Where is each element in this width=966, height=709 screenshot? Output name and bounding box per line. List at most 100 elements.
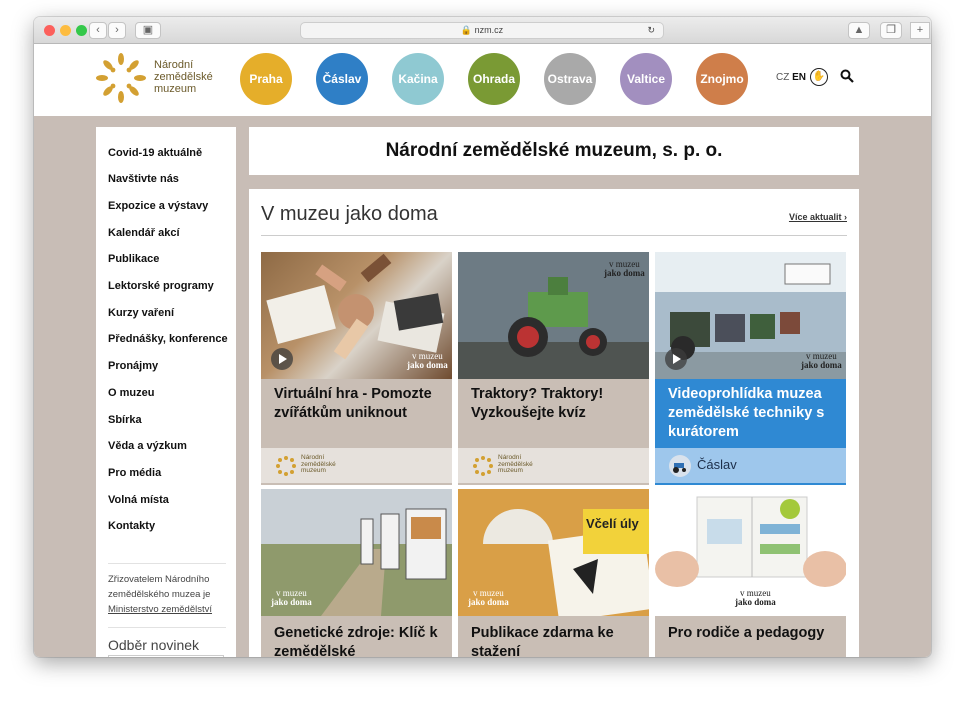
muzeum-doma-badge: v muzeu jako doma [468, 589, 509, 607]
sidebar-item-publikace[interactable]: Publikace [108, 253, 159, 265]
news-card[interactable]: v muzeu jako doma Virtuální hra - Pomozte… [261, 252, 452, 485]
card-image: v muzeu jako doma [655, 489, 846, 616]
tractor-icon [669, 455, 691, 477]
url-text: nzm.cz [474, 25, 504, 35]
section-title: V muzeu jako doma [261, 203, 438, 225]
logo-line: muzeum [154, 83, 197, 95]
page-title-box: Národní zemědělské muzeum, s. p. o. [249, 127, 859, 175]
logo-text[interactable]: Národní zemědělské muzeum [154, 59, 244, 95]
card-title: Videoprohlídka muzea zemědělské techniky… [668, 386, 825, 440]
sidebar-item-kurzy[interactable]: Kurzy vaření [108, 307, 174, 319]
muzeum-doma-badge: v muzeu jako doma [271, 589, 312, 607]
news-card[interactable]: v muzeu jako doma Genetické zdroje: Klíč … [261, 489, 452, 657]
footer-label: Národní zemědělské muzeum [498, 454, 533, 474]
card-footer: Národní zemědělské muzeum [261, 448, 452, 483]
card-title: Traktory? Traktory! Vyzkoušejte kvíz [471, 386, 604, 421]
news-card[interactable]: v muzeu jako doma Traktory? Traktory! Vyz… [458, 252, 649, 485]
browser-toolbar: ‹ › ▣ 🔒 nzm.cz ↻ ▲ ❐ + [34, 17, 931, 44]
address-bar[interactable]: 🔒 nzm.cz ↻ [300, 22, 664, 39]
lang-en-link[interactable]: EN [792, 72, 806, 83]
sidebar-item-kalendar[interactable]: Kalendář akcí [108, 227, 180, 239]
muzeum-doma-badge: v muzeu jako doma [604, 260, 645, 278]
share-button[interactable]: ▲ [848, 22, 870, 39]
card-image: v muzeu jako doma [655, 252, 846, 379]
sidebar-item-veda[interactable]: Věda a výzkum [108, 440, 187, 452]
card-title: Publikace zdarma ke stažení [471, 625, 614, 657]
search-icon[interactable] [840, 69, 854, 83]
card-title: Genetické zdroje: Klíč k zemědělské [274, 625, 438, 657]
news-card[interactable]: Včelí úly v muzeu jako doma Publikace zda… [458, 489, 649, 657]
more-news-label: Více aktualit [788, 212, 842, 222]
badge-line: jako doma [407, 360, 448, 370]
muzeum-doma-badge: v muzeu jako doma [407, 352, 448, 370]
sidebar-item-sbirka[interactable]: Sbírka [108, 414, 142, 426]
site-header: Národní zemědělské muzeum Praha Čáslav K… [34, 44, 931, 116]
muzeum-doma-badge: v muzeu jako doma [735, 589, 776, 607]
minimize-window-button[interactable] [60, 25, 71, 36]
branch-valtice-button[interactable]: Valtice [620, 53, 672, 105]
sidebar-item-media[interactable]: Pro média [108, 467, 161, 479]
founder-info: Zřizovatelem Národního zemědělského muze… [108, 563, 226, 617]
language-switcher: CZ EN [776, 72, 806, 83]
muzeum-doma-badge: v muzeu jako doma [801, 352, 842, 370]
news-section: V muzeu jako doma Více aktualit › v muze… [249, 189, 859, 657]
founder-text: Zřizovatelem Národního zemědělského muze… [108, 574, 211, 600]
sidebar-item-lektorske[interactable]: Lektorské programy [108, 280, 214, 292]
card-image: v muzeu jako doma [261, 489, 452, 616]
play-icon[interactable] [665, 348, 687, 370]
museum-logo-icon[interactable] [96, 53, 146, 103]
logo-line: Národní [154, 59, 194, 71]
card-footer: Čáslav [655, 448, 846, 483]
forward-button[interactable]: › [108, 22, 126, 39]
section-divider [261, 235, 847, 236]
sidebar-item-expozice[interactable]: Expozice a výstavy [108, 200, 208, 212]
sidebar-item-volna-mista[interactable]: Volná místa [108, 494, 169, 506]
play-icon[interactable] [271, 348, 293, 370]
badge-line: jako doma [735, 597, 776, 607]
sidebar-item-covid[interactable]: Covid-19 aktuálně [108, 147, 202, 159]
card-footer: Národní zemědělské muzeum [458, 448, 649, 483]
zoom-window-button[interactable] [76, 25, 87, 36]
lock-icon: 🔒 [460, 25, 473, 35]
sidebar-item-o-muzeu[interactable]: O muzeu [108, 387, 154, 399]
close-window-button[interactable] [44, 25, 55, 36]
museum-logo-icon [473, 456, 493, 476]
branch-praha-button[interactable]: Praha [240, 53, 292, 105]
badge-line: jako doma [271, 597, 312, 607]
footer-label: Čáslav [697, 457, 737, 472]
card-image: Včelí úly v muzeu jako doma [458, 489, 649, 616]
tabs-button[interactable]: ❐ [880, 22, 902, 39]
browser-window: ‹ › ▣ 🔒 nzm.cz ↻ ▲ ❐ + Národní zemědělsk… [34, 17, 931, 657]
logo-line: zemědělské [154, 71, 213, 83]
image-caption: Včelí úly [586, 516, 639, 531]
sidebar-item-kontakty[interactable]: Kontakty [108, 520, 155, 532]
badge-line: jako doma [604, 268, 645, 278]
news-card[interactable]: v muzeu jako doma Pro rodiče a pedagogy [655, 489, 846, 657]
lang-cz-link[interactable]: CZ [776, 72, 789, 83]
branch-kacina-button[interactable]: Kačina [392, 53, 444, 105]
badge-line: jako doma [468, 597, 509, 607]
museum-logo-icon [276, 456, 296, 476]
card-image: v muzeu jako doma [458, 252, 649, 379]
more-news-link[interactable]: Více aktualit › [789, 212, 847, 222]
back-button[interactable]: ‹ [89, 22, 107, 39]
sidebar-item-pronajmy[interactable]: Pronájmy [108, 360, 158, 372]
ministry-link[interactable]: Ministerstvo zemědělství [108, 604, 212, 615]
branch-caslav-button[interactable]: Čáslav [316, 53, 368, 105]
sign-language-icon[interactable]: ✋ [810, 68, 828, 86]
branch-ohrada-button[interactable]: Ohrada [468, 53, 520, 105]
footer-label: Národní zemědělské muzeum [301, 454, 336, 474]
sidebar-item-navstivte[interactable]: Navštivte nás [108, 173, 179, 185]
branch-ostrava-button[interactable]: Ostrava [544, 53, 596, 105]
badge-line: jako doma [801, 360, 842, 370]
news-card[interactable]: v muzeu jako doma Videoprohlídka muzea ze… [655, 252, 846, 485]
page-title: Národní zemědělské muzeum, s. p. o. [385, 140, 723, 161]
sidebar-item-prednasky[interactable]: Přednášky, konference [108, 333, 228, 345]
new-tab-button[interactable]: + [910, 22, 930, 39]
branch-znojmo-button[interactable]: Znojmo [696, 53, 748, 105]
reload-icon[interactable]: ↻ [647, 23, 655, 38]
chevron-right-icon: › [844, 212, 847, 222]
sidebar: Covid-19 aktuálně Navštivte nás Expozice… [96, 127, 236, 657]
newsletter-email-input[interactable] [108, 655, 224, 657]
sidebar-toggle-button[interactable]: ▣ [135, 22, 161, 39]
